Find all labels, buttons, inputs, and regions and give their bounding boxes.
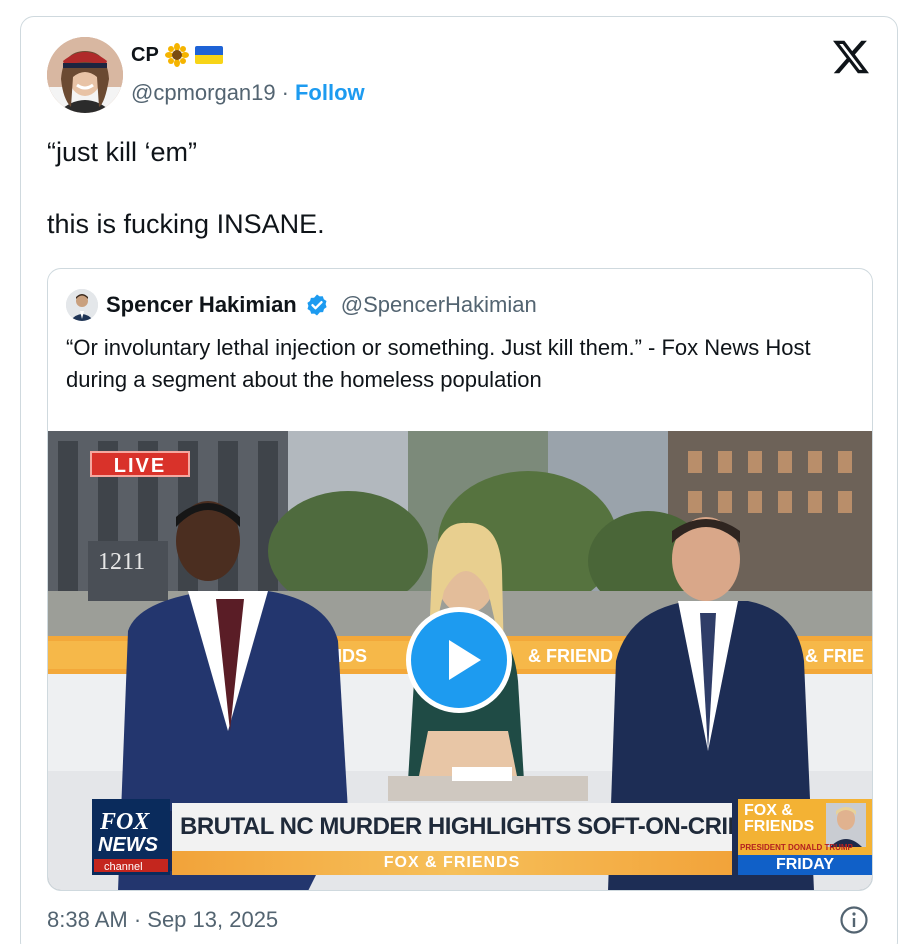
tweet-card: CP @cpmorgan19 · Follow “just kill ‘em” … <box>20 16 898 944</box>
follow-button[interactable]: Follow <box>295 80 365 106</box>
fox-logo-line-2: NEWS <box>98 834 159 856</box>
fox-logo-line-1: FOX <box>99 809 150 835</box>
show-name-bar: FOX & FRIENDS <box>172 851 732 875</box>
quoted-avatar[interactable] <box>66 289 98 321</box>
separator-dot: · <box>281 80 289 105</box>
guest-photo <box>826 803 866 847</box>
quoted-display-name[interactable]: Spencer Hakimian <box>106 292 297 318</box>
svg-text:& FRIEND: & FRIEND <box>528 646 613 666</box>
author-avatar[interactable] <box>47 37 123 113</box>
quoted-header: Spencer Hakimian @SpencerHakimian <box>66 289 537 321</box>
side-promo-title: FOX & FRIENDS <box>744 802 815 835</box>
tweet-text: “just kill ‘em” this is fucking INSANE. <box>47 137 325 239</box>
sunflower-icon <box>164 43 189 67</box>
quoted-avatar-image <box>66 289 98 321</box>
side-promo-subtitle: PRESIDENT DONALD TRUMP <box>740 843 853 852</box>
verified-badge-icon <box>307 294 327 316</box>
side-promo-day: FRIDAY <box>738 855 872 875</box>
quoted-tweet[interactable]: Spencer Hakimian @SpencerHakimian “Or in… <box>47 268 873 891</box>
fox-news-logo: FOX NEWS channel <box>92 799 170 875</box>
tweet-timestamp[interactable]: 8:38 AM · Sep 13, 2025 <box>47 907 278 933</box>
building-number: 1211 <box>98 549 145 575</box>
author-display-name[interactable]: CP <box>131 44 159 67</box>
avatar-image <box>47 37 123 113</box>
side-promo-box: FOX & FRIENDS PRESIDENT DONALD TRUMP FRI… <box>738 799 872 875</box>
news-lower-third: FOX NEWS channel BRUTAL NC MURDER HIGHLI… <box>92 799 872 879</box>
play-icon <box>449 640 481 680</box>
quoted-text: “Or involuntary lethal injection or some… <box>66 335 811 392</box>
ukraine-flag-icon <box>194 46 223 64</box>
side-promo-top: FOX & FRIENDS PRESIDENT DONALD TRUMP <box>738 799 872 855</box>
author-name-row: CP <box>131 43 223 67</box>
quoted-handle[interactable]: @SpencerHakimian <box>341 292 537 318</box>
play-button[interactable] <box>406 607 512 713</box>
fox-news-logo-graphic: FOX NEWS channel <box>92 799 170 875</box>
author-handle[interactable]: @cpmorgan19 <box>131 80 276 106</box>
live-badge: LIVE <box>90 451 190 477</box>
x-logo-icon[interactable] <box>833 39 869 75</box>
author-handle-row: @cpmorgan19 · Follow <box>131 80 365 106</box>
fox-logo-line-3: channel <box>104 861 143 873</box>
info-icon[interactable] <box>839 905 869 935</box>
video-player[interactable]: 1211 FRIENDS & FRIEND X & FRIE <box>48 431 872 890</box>
news-headline: BRUTAL NC MURDER HIGHLIGHTS SOFT-ON-CRIM… <box>172 803 732 851</box>
